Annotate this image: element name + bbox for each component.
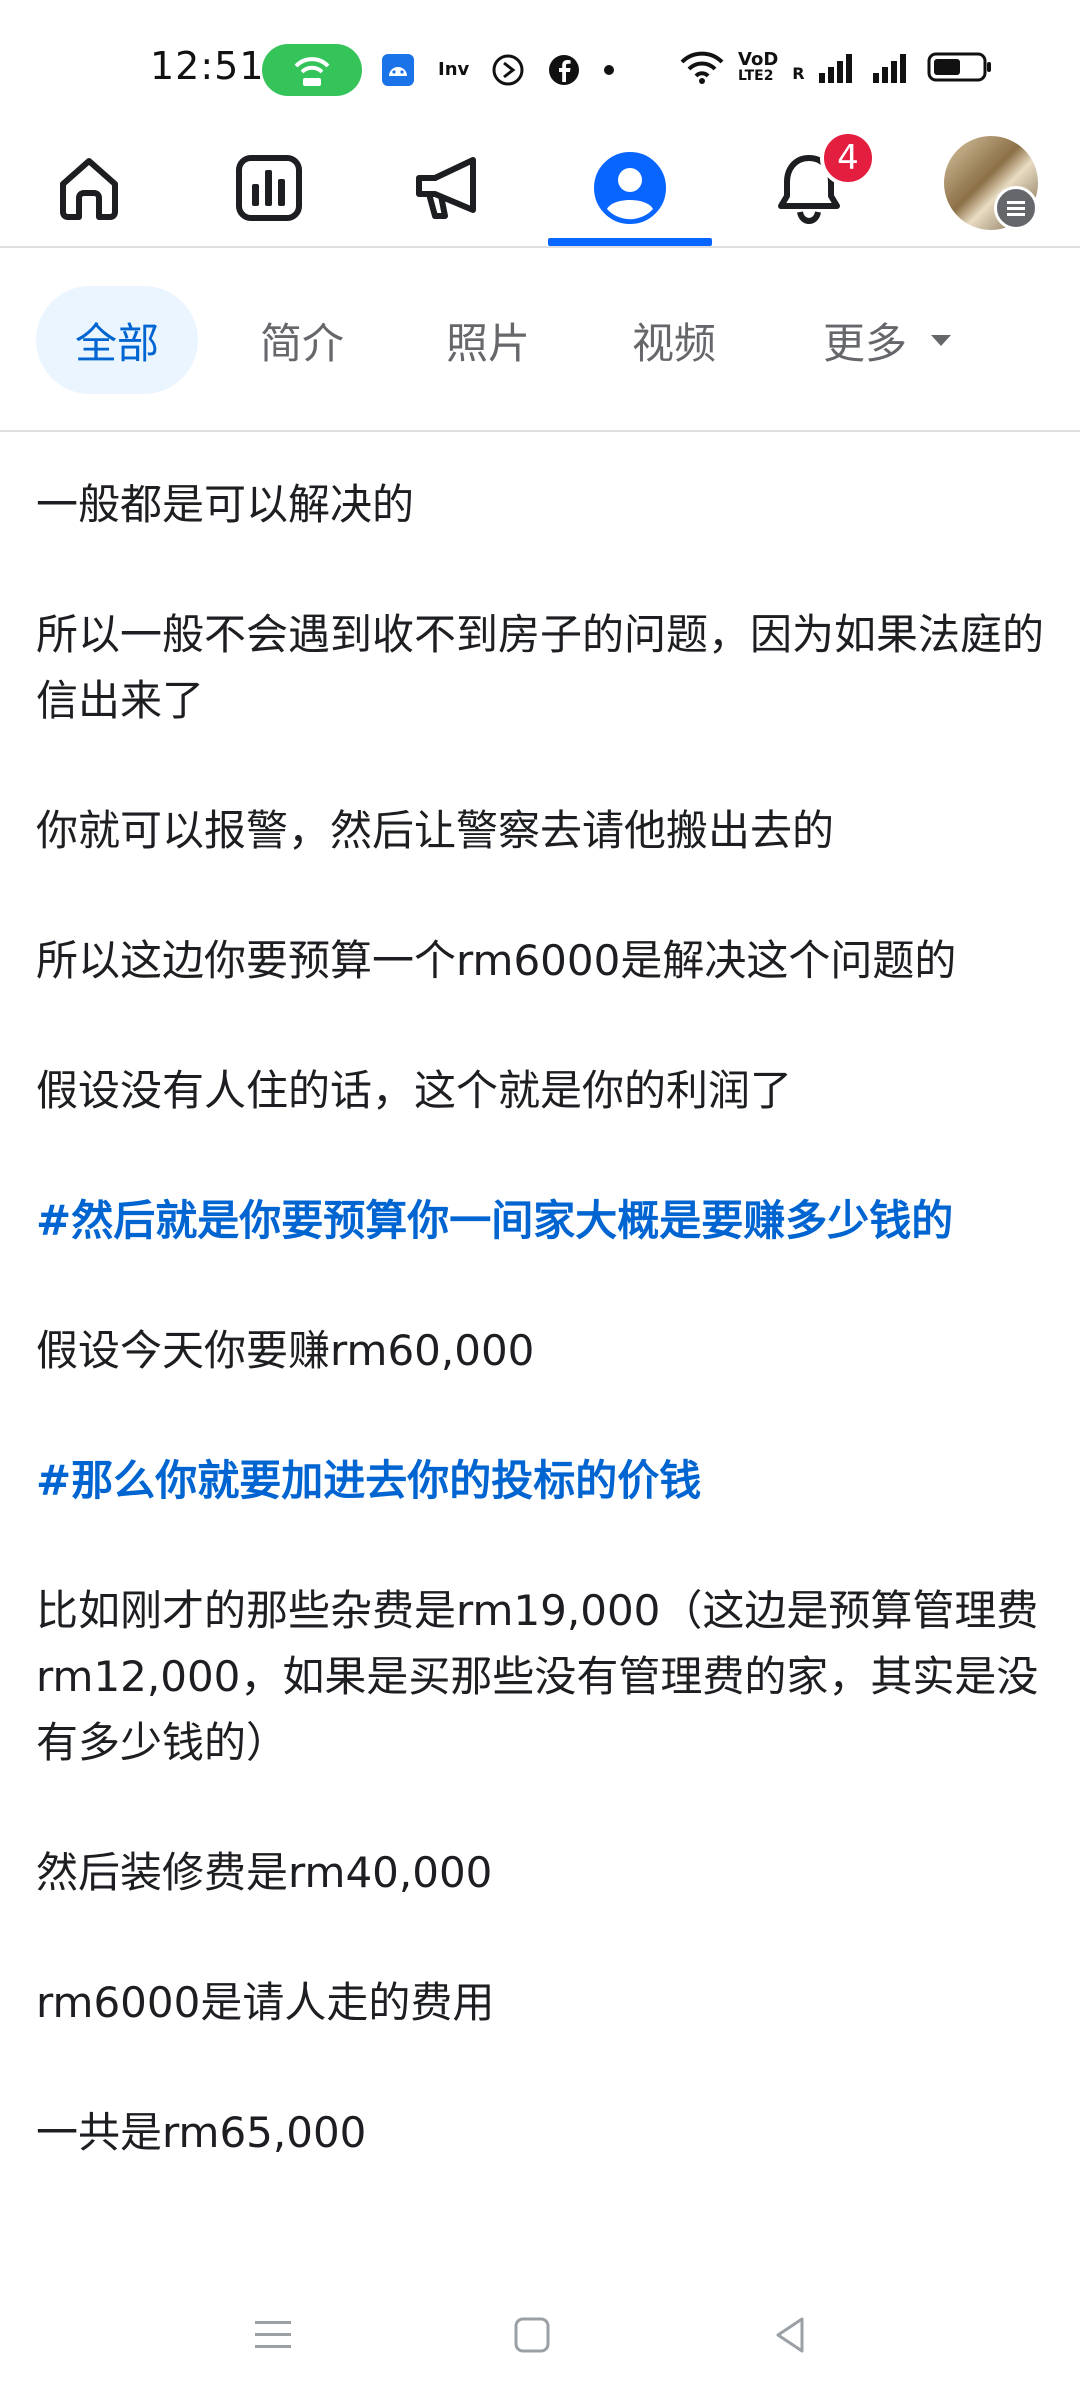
nav-ads[interactable]: [394, 130, 504, 246]
post-body: 一般都是可以解决的 所以一般不会遇到收不到房子的问题，因为如果法庭的信出来了 你…: [36, 430, 1056, 2270]
tab-videos[interactable]: 视频: [604, 286, 744, 394]
status-bar: 12:51 Inv VoD LTE2 R: [0, 0, 1080, 130]
tab-intro[interactable]: 简介: [232, 286, 372, 394]
post-paragraph: 你就可以报警，然后让警察去请他搬出去的: [36, 806, 835, 855]
menu-icon: [255, 2321, 291, 2348]
post-paragraph: 一共是rm65,000: [36, 2108, 367, 2157]
hashtag-link[interactable]: #那么你就要加进去你的投标的价钱: [36, 1448, 1056, 1514]
back-button[interactable]: [760, 2310, 820, 2360]
tab-all[interactable]: 全部: [36, 286, 198, 394]
post-paragraph: 所以一般不会遇到收不到房子的问题，因为如果法庭的信出来了: [36, 610, 1045, 725]
top-nav-bar: [0, 130, 1080, 248]
hashtag-link[interactable]: #然后就是你要预算你一间家大概是要赚多少钱的: [36, 1188, 1056, 1254]
signal-icon: [872, 54, 906, 83]
dashboard-icon: [236, 155, 302, 221]
nav-home[interactable]: [34, 130, 144, 246]
hotspot-icon: [294, 57, 330, 86]
android-icon: [382, 54, 414, 86]
nav-dashboard[interactable]: [214, 130, 324, 246]
wifi-icon: [680, 51, 724, 84]
home-button[interactable]: [502, 2310, 562, 2360]
dot-icon: [604, 65, 615, 75]
post-paragraph: 一般都是可以解决的: [36, 480, 415, 529]
volte-icon: VoD LTE2: [738, 49, 779, 84]
tab-more[interactable]: 更多: [792, 286, 992, 394]
home-icon: [60, 158, 118, 220]
hotspot-pill[interactable]: [262, 44, 362, 96]
filter-tabs: 全部 简介 照片 视频 更多: [0, 246, 1080, 432]
post-paragraph: 比如刚才的那些杂费是rm19,000（这边是预算管理费rm12,000，如果是买…: [36, 1586, 1039, 1767]
post-paragraph: 然后装修费是rm40,000: [36, 1848, 493, 1897]
recents-button[interactable]: [243, 2310, 303, 2360]
back-icon: [776, 2317, 804, 2353]
battery-icon: [927, 52, 991, 82]
notification-badge: 4: [820, 130, 876, 186]
tab-more-label: 更多: [822, 318, 907, 368]
post-paragraph: rm6000是请人走的费用: [36, 1978, 495, 2027]
dropdown-caret-icon: [931, 335, 951, 346]
home-square-icon: [514, 2317, 550, 2353]
roaming-label: R: [792, 64, 805, 83]
active-tab-indicator: [548, 238, 712, 246]
nav-profile[interactable]: [575, 130, 685, 246]
menu-icon[interactable]: [994, 186, 1038, 230]
tab-photos[interactable]: 照片: [418, 286, 558, 394]
post-paragraph: 所以这边你要预算一个rm6000是解决这个问题的: [36, 936, 957, 985]
megaphone-icon: [416, 157, 476, 219]
facebook-icon: [549, 55, 580, 85]
status-time: 12:51: [150, 44, 265, 88]
system-nav-bar: [0, 2270, 1080, 2400]
post-paragraph: 假设没有人住的话，这个就是你的利润了: [36, 1066, 793, 1115]
signal-icon: [818, 54, 852, 83]
media-icon: [492, 54, 524, 86]
post-paragraph: 假设今天你要赚rm60,000: [36, 1326, 535, 1375]
inv-icon: Inv: [438, 59, 470, 80]
profile-icon: [594, 152, 666, 224]
